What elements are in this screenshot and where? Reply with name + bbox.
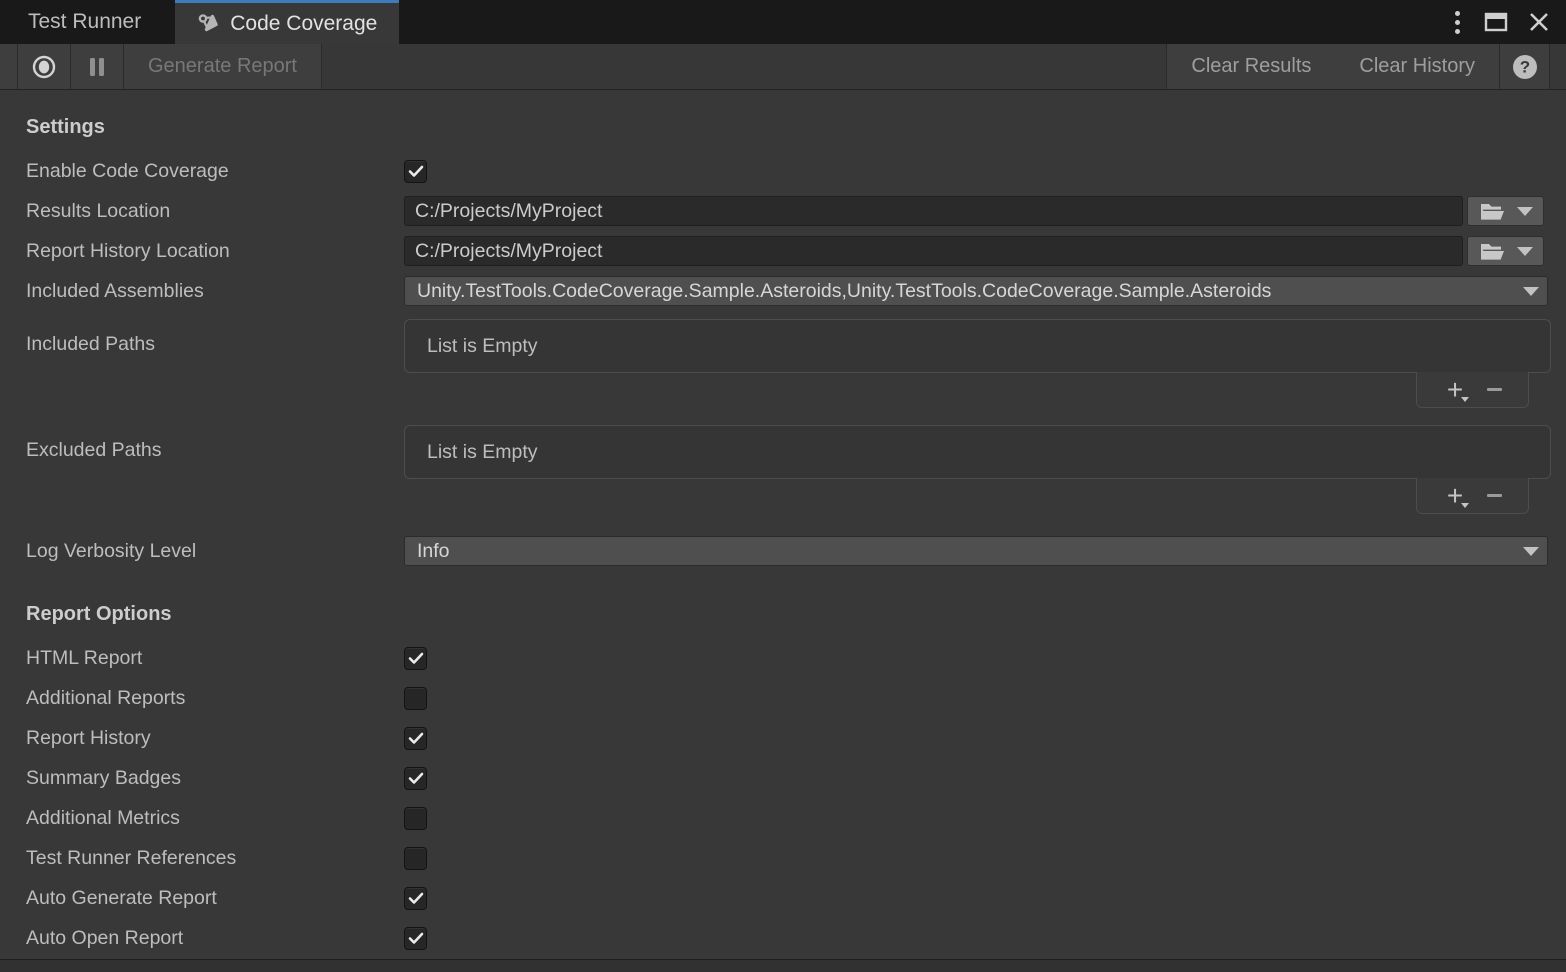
report-history-location-input[interactable]: C:/Projects/MyProject <box>404 236 1463 266</box>
window-controls <box>1451 0 1566 44</box>
record-button[interactable] <box>18 44 71 89</box>
code-coverage-window: Test Runner Code Coverage <box>0 0 1566 972</box>
included-paths-empty-text: List is Empty <box>427 335 538 358</box>
results-location-label: Results Location <box>26 200 404 223</box>
toolbar-right-pad <box>1550 44 1566 89</box>
report-option-checkbox[interactable] <box>404 887 427 910</box>
main-panel: Settings Enable Code Coverage Results Lo… <box>0 90 1566 959</box>
report-option-row: Test Runner References <box>26 838 1566 878</box>
included-paths-label: Included Paths <box>26 319 404 356</box>
report-option-row: HTML Report <box>26 638 1566 678</box>
excluded-paths-empty-text: List is Empty <box>427 441 538 464</box>
clear-results-button[interactable]: Clear Results <box>1166 44 1335 89</box>
report-option-checkbox[interactable] <box>404 727 427 750</box>
tab-code-coverage[interactable]: Code Coverage <box>175 0 399 44</box>
report-option-label: Test Runner References <box>26 847 404 870</box>
report-option-label: Report History <box>26 727 404 750</box>
close-icon[interactable] <box>1528 11 1550 33</box>
help-icon: ? <box>1511 53 1539 81</box>
plus-dropdown-caret-icon <box>1461 397 1469 402</box>
included-paths-list[interactable]: List is Empty <box>404 319 1551 373</box>
report-option-checkbox[interactable] <box>404 807 427 830</box>
pause-button[interactable] <box>71 44 124 89</box>
report-history-location-browse-button[interactable] <box>1467 236 1544 266</box>
report-option-row: Auto Open Report <box>26 918 1566 958</box>
report-option-label: Auto Generate Report <box>26 887 404 910</box>
tab-bar: Test Runner Code Coverage <box>0 0 1566 44</box>
report-option-row: Report History <box>26 718 1566 758</box>
report-option-label: Additional Reports <box>26 687 404 710</box>
enable-code-coverage-row: Enable Code Coverage <box>26 151 1566 191</box>
report-option-row: Summary Badges <box>26 758 1566 798</box>
folder-dropdown-arrow-icon <box>1517 247 1533 256</box>
report-option-row: Additional Reports <box>26 678 1566 718</box>
add-included-path-button[interactable]: + <box>1443 377 1467 403</box>
record-icon <box>30 53 58 81</box>
remove-excluded-path-button[interactable] <box>1487 494 1502 497</box>
folder-dropdown-arrow-icon <box>1517 207 1533 216</box>
log-verbosity-value: Info <box>417 540 450 563</box>
chevron-down-icon <box>1523 287 1539 296</box>
plus-dropdown-caret-icon <box>1461 503 1469 508</box>
report-history-location-row: Report History Location C:/Projects/MyPr… <box>26 231 1566 271</box>
window-menu-icon[interactable] <box>1451 7 1464 38</box>
included-paths-row: Included Paths List is Empty + <box>26 319 1566 425</box>
report-option-checkbox[interactable] <box>404 847 427 870</box>
toolbar-spacer <box>322 44 1166 89</box>
code-coverage-icon <box>197 12 220 35</box>
report-option-label: Additional Metrics <box>26 807 404 830</box>
help-button[interactable]: ? <box>1500 44 1550 89</box>
chevron-down-icon <box>1523 547 1539 556</box>
report-option-label: HTML Report <box>26 647 404 670</box>
report-option-label: Summary Badges <box>26 767 404 790</box>
log-verbosity-row: Log Verbosity Level Info <box>26 531 1566 571</box>
generate-report-button[interactable]: Generate Report <box>124 44 322 89</box>
report-option-label: Auto Open Report <box>26 927 404 950</box>
tab-test-runner-label: Test Runner <box>28 10 141 34</box>
window-bottom-strip <box>0 959 1566 972</box>
excluded-paths-row: Excluded Paths List is Empty + <box>26 425 1566 531</box>
report-option-checkbox[interactable] <box>404 647 427 670</box>
report-option-row: Additional Metrics <box>26 798 1566 838</box>
results-location-browse-button[interactable] <box>1467 196 1544 226</box>
included-assemblies-row: Included Assemblies Unity.TestTools.Code… <box>26 271 1566 311</box>
toolbar: Generate Report Clear Results Clear Hist… <box>0 44 1566 90</box>
remove-included-path-button[interactable] <box>1487 388 1502 391</box>
enable-code-coverage-label: Enable Code Coverage <box>26 160 404 183</box>
report-option-checkbox[interactable] <box>404 927 427 950</box>
report-options-list: HTML Report Additional Reports <box>26 638 1566 958</box>
report-option-row: Auto Generate Report <box>26 878 1566 918</box>
included-paths-list-footer: + <box>1416 372 1529 408</box>
report-history-location-label: Report History Location <box>26 240 404 263</box>
report-options-header: Report Options <box>26 603 1566 626</box>
enable-code-coverage-checkbox[interactable] <box>404 160 427 183</box>
included-assemblies-dropdown[interactable]: Unity.TestTools.CodeCoverage.Sample.Aste… <box>404 276 1548 306</box>
pause-icon <box>87 56 107 78</box>
maximize-icon[interactable] <box>1484 11 1508 33</box>
svg-text:?: ? <box>1519 57 1529 76</box>
report-option-checkbox[interactable] <box>404 767 427 790</box>
folder-open-icon <box>1479 201 1506 222</box>
included-assemblies-value: Unity.TestTools.CodeCoverage.Sample.Aste… <box>417 280 1271 303</box>
results-location-row: Results Location C:/Projects/MyProject <box>26 191 1566 231</box>
toolbar-left-pad <box>0 44 18 89</box>
clear-history-button[interactable]: Clear History <box>1335 44 1500 89</box>
tab-code-coverage-label: Code Coverage <box>230 12 377 36</box>
settings-header: Settings <box>26 116 1566 139</box>
add-excluded-path-button[interactable]: + <box>1443 483 1467 509</box>
excluded-paths-label: Excluded Paths <box>26 425 404 462</box>
log-verbosity-dropdown[interactable]: Info <box>404 536 1548 566</box>
included-assemblies-label: Included Assemblies <box>26 280 404 303</box>
log-verbosity-label: Log Verbosity Level <box>26 540 404 563</box>
excluded-paths-list-footer: + <box>1416 478 1529 514</box>
report-option-checkbox[interactable] <box>404 687 427 710</box>
excluded-paths-list[interactable]: List is Empty <box>404 425 1551 479</box>
folder-open-icon <box>1479 241 1506 262</box>
tab-test-runner[interactable]: Test Runner <box>0 0 169 44</box>
results-location-input[interactable]: C:/Projects/MyProject <box>404 196 1463 226</box>
